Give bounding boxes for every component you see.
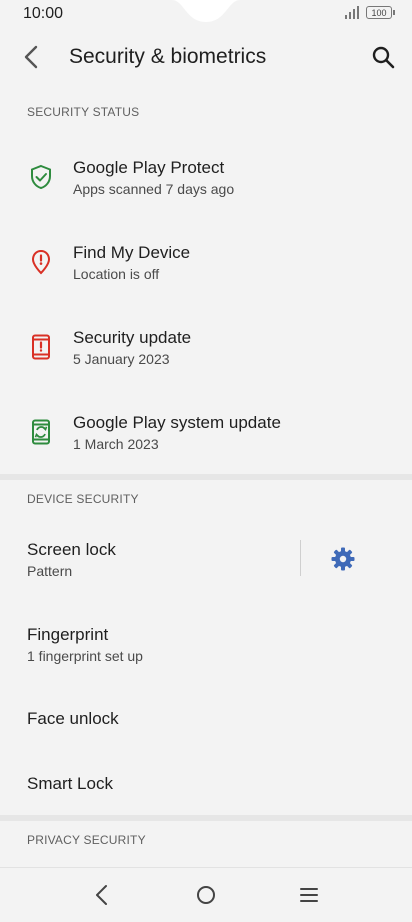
- section-divider: [0, 474, 412, 480]
- vertical-separator: [300, 540, 301, 576]
- page-title: Security & biometrics: [69, 45, 267, 68]
- item-title: Security update: [73, 328, 192, 347]
- nav-back-icon[interactable]: [89, 882, 115, 908]
- list-item-google-play-system-update[interactable]: Google Play system update 1 March 2023: [0, 395, 412, 475]
- status-time: 10:00: [23, 5, 64, 22]
- item-title: Face unlock: [27, 709, 119, 728]
- status-bar: 10:00 100: [0, 0, 412, 28]
- item-subtitle: 1 March 2023: [73, 436, 159, 452]
- list-item-security-update[interactable]: Security update 5 January 2023: [0, 310, 412, 390]
- phone-alert-icon: [32, 334, 50, 360]
- navigation-bar: [0, 867, 412, 922]
- battery-level: 100: [371, 8, 387, 18]
- item-subtitle: 5 January 2023: [73, 351, 170, 367]
- signal-icon: [345, 6, 359, 19]
- phone-update-icon: [32, 419, 50, 445]
- gear-icon[interactable]: [330, 546, 356, 572]
- item-title: Google Play Protect: [73, 158, 225, 177]
- item-subtitle: Location is off: [73, 266, 160, 282]
- section-header-security-status: SECURITY STATUS: [27, 105, 140, 119]
- item-title: Smart Lock: [27, 774, 113, 793]
- status-icons: 100: [344, 6, 395, 19]
- section-header-privacy-security: PRIVACY SECURITY: [27, 833, 146, 847]
- list-item-face-unlock[interactable]: Face unlock: [0, 690, 412, 750]
- search-icon[interactable]: [370, 44, 396, 70]
- location-alert-icon: [31, 249, 51, 275]
- item-subtitle: 1 fingerprint set up: [27, 648, 143, 664]
- list-item-smart-lock[interactable]: Smart Lock: [0, 755, 412, 815]
- back-arrow-icon[interactable]: [18, 43, 46, 71]
- app-bar: Security & biometrics: [0, 28, 412, 86]
- battery-icon: 100: [366, 6, 395, 19]
- item-title: Fingerprint: [27, 625, 109, 644]
- list-item-fingerprint[interactable]: Fingerprint 1 fingerprint set up: [0, 605, 412, 685]
- list-item-find-my-device[interactable]: Find My Device Location is off: [0, 225, 412, 305]
- list-item-screen-lock[interactable]: Screen lock Pattern: [0, 520, 300, 600]
- section-header-device-security: DEVICE SECURITY: [27, 492, 139, 506]
- item-title: Google Play system update: [73, 413, 281, 432]
- camera-notch: [172, 0, 240, 22]
- item-title: Find My Device: [73, 243, 191, 262]
- nav-menu-icon[interactable]: [296, 882, 322, 908]
- item-subtitle: Pattern: [27, 563, 73, 579]
- item-title: Screen lock: [27, 540, 116, 559]
- section-divider: [0, 815, 412, 821]
- nav-home-icon[interactable]: [193, 882, 219, 908]
- list-item-google-play-protect[interactable]: Google Play Protect Apps scanned 7 days …: [0, 140, 412, 220]
- shield-check-icon: [31, 164, 51, 190]
- item-subtitle: Apps scanned 7 days ago: [73, 181, 235, 197]
